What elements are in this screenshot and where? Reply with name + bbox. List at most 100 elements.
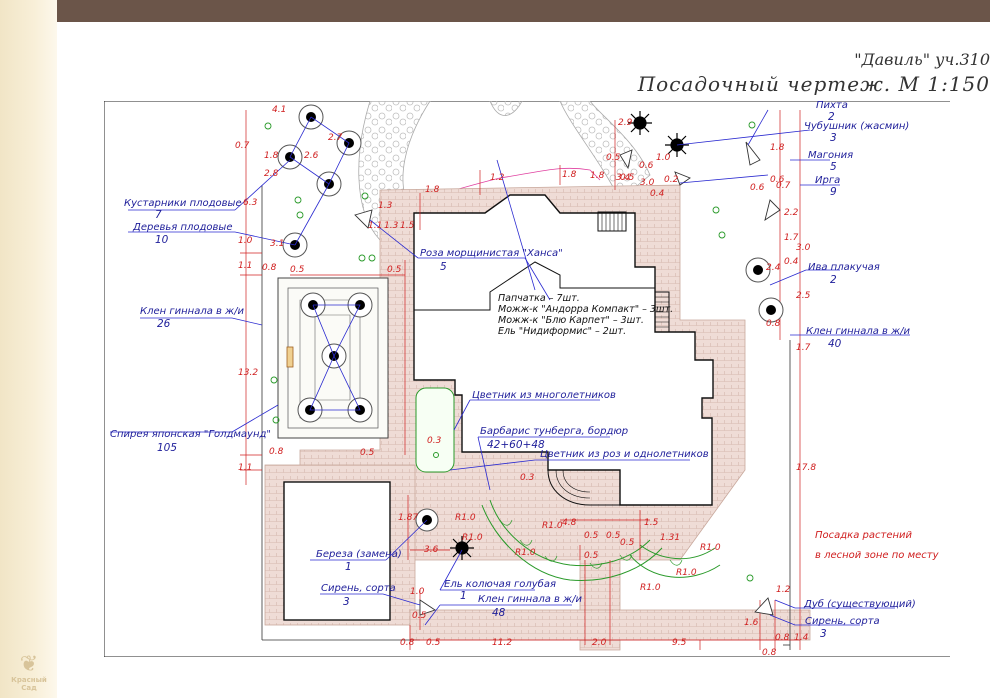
label-barbaris: Барбарис тунберга, бордюр bbox=[480, 425, 628, 437]
dim-label: 0.5 bbox=[620, 538, 635, 548]
count-klen-bottom: 48 bbox=[492, 607, 506, 619]
dim-label: 0.4 bbox=[650, 189, 665, 199]
dim-label: R1.0 bbox=[455, 513, 476, 523]
dim-label: 1.1 bbox=[238, 261, 252, 271]
dim-label: 0.8 bbox=[775, 633, 790, 643]
label-dub: Дуб (существующий) bbox=[803, 598, 916, 610]
dim-label: 0.7 bbox=[235, 141, 250, 151]
dim-label: 1.0 bbox=[410, 587, 425, 597]
label-klen-left: Клен гиннала в ж/и bbox=[140, 306, 244, 317]
dim-label: 1.1 bbox=[238, 463, 252, 473]
dim-label: 4.8 bbox=[562, 518, 577, 528]
dim-label: 1.31 bbox=[660, 533, 680, 543]
dim-label: 2.0 bbox=[592, 638, 607, 648]
dim-label: 3.0 bbox=[796, 243, 811, 253]
logo-emblem-icon: ❦ bbox=[19, 652, 39, 677]
dim-label: R1.0 bbox=[542, 521, 563, 531]
dim-label: 1.2 bbox=[490, 173, 505, 183]
dim-label: 2.9 bbox=[618, 118, 633, 128]
count-el: 1 bbox=[460, 590, 467, 602]
dim-label: 0.8 bbox=[262, 263, 277, 273]
label-klen-bottom: Клен гиннала в ж/и bbox=[478, 594, 582, 605]
forest-note: Посадка растений в лесной зоне по месту bbox=[815, 530, 940, 561]
dim-label: 6.3 bbox=[243, 198, 258, 208]
dim-label: 0.5 bbox=[606, 153, 621, 163]
label-pihta: Пихта bbox=[816, 101, 848, 111]
label-spireya: Спирея японская "Голдмаунд" bbox=[110, 429, 271, 440]
dim-label: 1.8 bbox=[590, 171, 605, 181]
count-barbaris: 42+60+48 bbox=[487, 439, 545, 451]
dim-label: 2.7 bbox=[328, 133, 343, 143]
count-klen-right: 40 bbox=[828, 338, 842, 350]
count-kustarniki: 7 bbox=[155, 209, 162, 221]
dim-label: 0.6 bbox=[639, 161, 654, 171]
dim-label: 1.8 bbox=[562, 170, 577, 180]
dim-label: R1.0 bbox=[515, 548, 536, 558]
house-note: Можж-к "Блю Карпет" – 3шт. bbox=[498, 315, 644, 326]
planting-plan: Пихта 2 Чубушник (жасмин) 3 Магония 5 Ир… bbox=[104, 101, 950, 657]
forest-note-line1: Посадка растений bbox=[815, 530, 913, 541]
forest-note-line2: в лесной зоне по месту bbox=[815, 550, 940, 561]
dim-label: 17.8 bbox=[796, 463, 816, 473]
dim-label: 4.1 bbox=[272, 105, 286, 115]
count-klen-left: 26 bbox=[157, 318, 171, 330]
dim-label: 11.2 bbox=[492, 638, 512, 648]
perennial-bed bbox=[415, 387, 455, 473]
dim-label: 1.8 bbox=[425, 185, 440, 195]
count-chubushnik: 3 bbox=[830, 132, 837, 144]
dim-label: 0.5 bbox=[584, 531, 599, 541]
dim-label: 0.5 bbox=[387, 265, 402, 275]
dim-label: 0.5 bbox=[412, 611, 427, 621]
dim-label: 1.1 bbox=[368, 221, 382, 231]
dim-label: 0.8 bbox=[269, 447, 284, 457]
dim-label: 3.0 bbox=[640, 178, 655, 188]
label-irga: Ирга bbox=[815, 175, 840, 186]
dim-label: 2.8 bbox=[264, 169, 279, 179]
dim-label: 1.3 bbox=[378, 201, 393, 211]
label-roza: Роза морщинистая "Ханса" bbox=[420, 248, 563, 259]
dim-label: 0.4 bbox=[784, 257, 799, 267]
dim-label: 0.8 bbox=[762, 648, 777, 657]
dim-label: 0.5 bbox=[360, 448, 375, 458]
count-magonia: 5 bbox=[830, 161, 837, 173]
dim-label: R1.0 bbox=[676, 568, 697, 578]
house-note: Ель "Нидиформис" – 2шт. bbox=[498, 326, 626, 337]
count-derevya: 10 bbox=[155, 234, 169, 246]
label-chubushnik: Чубушник (жасмин) bbox=[804, 120, 909, 132]
dim-label: 2.2 bbox=[784, 208, 799, 218]
dim-label: 1.5 bbox=[400, 221, 415, 231]
dim-label: 3.1 bbox=[270, 239, 284, 249]
brand-logo: ❦ Красный Сад bbox=[4, 654, 54, 694]
dim-label: 2.6 bbox=[304, 151, 319, 161]
label-perennial-bed: Цветник из многолетников bbox=[472, 390, 616, 401]
dim-label: 1.0 bbox=[656, 153, 671, 163]
dim-label: 0.5 bbox=[426, 638, 441, 648]
dim-label: 0.8 bbox=[766, 319, 781, 329]
dim-label: 1.5 bbox=[644, 518, 659, 528]
label-iva: Ива плакучая bbox=[808, 262, 880, 273]
dim-label: 0.5 bbox=[606, 531, 621, 541]
dim-label: 3.4 bbox=[616, 173, 631, 183]
count-bereza: 1 bbox=[345, 561, 352, 573]
label-siren-left: Сирень, сорта bbox=[321, 583, 396, 594]
dim-label: 0.5 bbox=[290, 265, 305, 275]
label-siren-right: Сирень, сорта bbox=[805, 616, 880, 627]
dim-label: 1.7 bbox=[796, 343, 811, 353]
dim-label: 1.8 bbox=[264, 151, 279, 161]
dim-label: 1.8 bbox=[770, 143, 785, 153]
dim-label: 2.5 bbox=[796, 291, 811, 301]
dim-label: 0.8 bbox=[400, 638, 415, 648]
dim-label: 1.87 bbox=[398, 513, 418, 523]
house-note: Папчатка – 7шт. bbox=[498, 293, 580, 304]
dim-label: 0.6 bbox=[770, 175, 785, 185]
dim-label: 0.3 bbox=[427, 436, 442, 446]
house-note: Можж-к "Андорра Компакт" – 3шт. bbox=[498, 304, 673, 315]
dim-label: 1.2 bbox=[776, 585, 791, 595]
label-el: Ель колючая голубая bbox=[444, 578, 556, 590]
count-irga: 9 bbox=[830, 186, 837, 198]
dim-label: 0.3 bbox=[520, 473, 535, 483]
dim-label: 1.0 bbox=[238, 236, 253, 246]
left-decor-strip: ❦ Красный Сад bbox=[0, 0, 57, 698]
label-derevya: Деревья плодовые bbox=[132, 222, 232, 233]
dim-label: 1.3 bbox=[384, 221, 399, 231]
